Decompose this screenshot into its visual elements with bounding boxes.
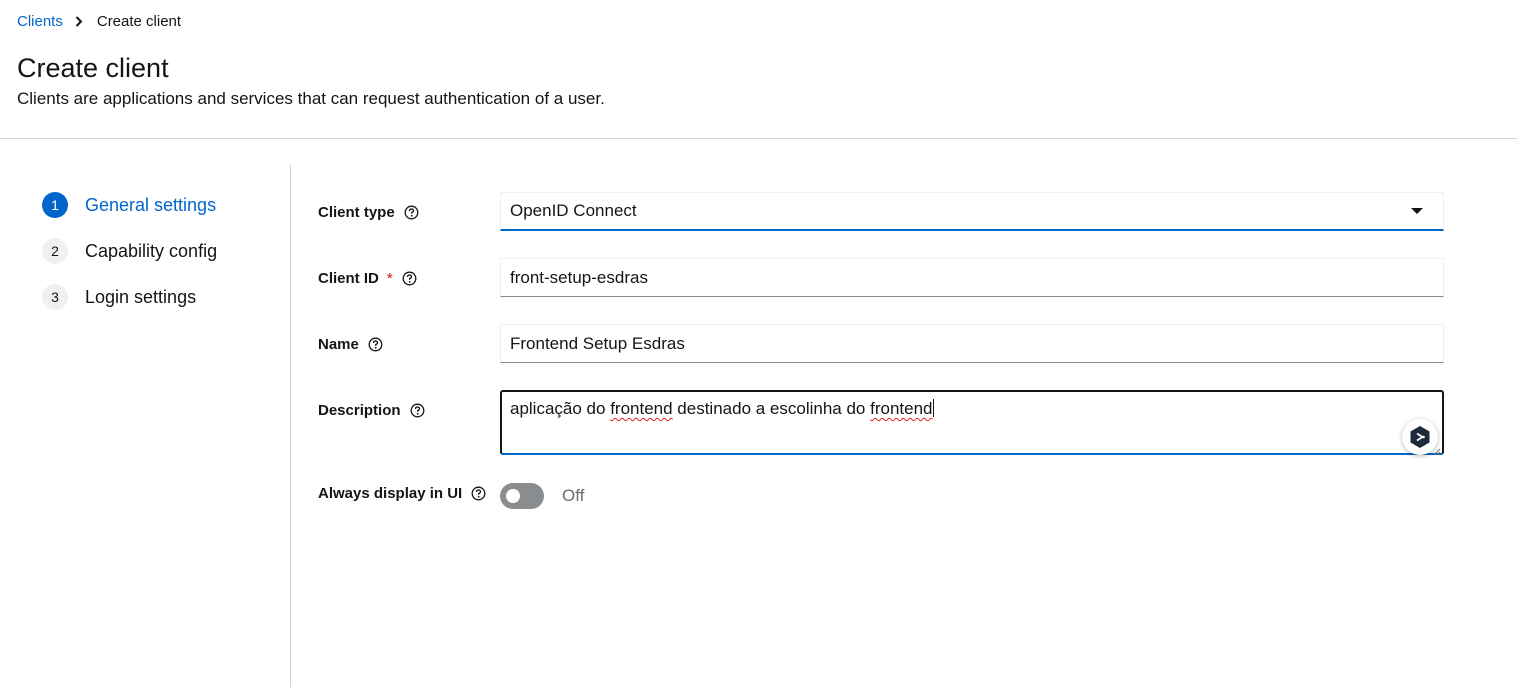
vertical-divider	[290, 165, 291, 687]
description-text-part: destinado a escolinha do	[672, 399, 871, 418]
step-label: Capability config	[85, 240, 218, 261]
wizard-step-login-settings[interactable]: 3 Login settings	[42, 283, 217, 311]
grammar-extension-icon[interactable]	[1402, 419, 1438, 455]
help-circle-icon[interactable]	[402, 271, 417, 286]
name-value: Frontend Setup Esdras	[510, 333, 685, 353]
breadcrumb-current: Create client	[96, 12, 182, 30]
wizard-step-capability-config[interactable]: 2 Capability config	[42, 237, 217, 265]
client-type-label-text: Client type	[318, 203, 395, 221]
client-id-value: front-setup-esdras	[510, 267, 648, 287]
wizard-steps-nav: 1 General settings 2 Capability config 3…	[42, 191, 217, 329]
description-text-part: aplicação do	[510, 399, 611, 418]
description-label-text: Description	[318, 401, 401, 419]
client-type-select[interactable]: OpenID Connect	[500, 192, 1444, 231]
name-label: Name	[318, 334, 383, 354]
wizard-step-general-settings[interactable]: 1 General settings	[42, 191, 217, 219]
caret-down-icon	[1411, 208, 1423, 214]
page-subtitle: Clients are applications and services th…	[17, 89, 605, 108]
always-display-label: Always display in UI	[318, 483, 486, 503]
toggle-knob	[506, 489, 520, 503]
client-id-label-text: Client ID	[318, 269, 379, 287]
step-number: 3	[42, 284, 68, 310]
client-type-label: Client type	[318, 202, 419, 222]
description-textarea[interactable]: aplicação do frontend destinado a escoli…	[500, 390, 1444, 455]
always-display-label-text: Always display in UI	[318, 484, 463, 502]
step-number: 2	[42, 238, 68, 264]
step-label: General settings	[85, 194, 217, 215]
text-cursor	[932, 399, 934, 417]
description-text-misspelled: frontend	[870, 399, 933, 418]
always-display-toggle[interactable]	[500, 483, 544, 509]
client-id-input[interactable]: front-setup-esdras	[500, 258, 1444, 297]
description-text-misspelled: frontend	[610, 399, 673, 418]
step-label: Login settings	[85, 286, 197, 307]
breadcrumb-clients-link[interactable]: Clients	[17, 13, 63, 30]
name-input[interactable]: Frontend Setup Esdras	[500, 324, 1444, 363]
help-circle-icon[interactable]	[368, 337, 383, 352]
client-id-label: Client ID *	[318, 268, 417, 288]
help-circle-icon[interactable]	[404, 205, 419, 220]
page-title: Create client	[17, 53, 169, 83]
chevron-right-icon	[75, 15, 83, 27]
step-number: 1	[42, 192, 68, 218]
help-circle-icon[interactable]	[471, 486, 486, 501]
breadcrumb: Clients Create client	[17, 11, 181, 31]
always-display-state: Off	[562, 486, 585, 505]
client-type-value: OpenID Connect	[510, 201, 637, 220]
header-divider	[0, 138, 1517, 139]
name-label-text: Name	[318, 335, 359, 353]
help-circle-icon[interactable]	[410, 403, 425, 418]
required-mark: *	[386, 269, 393, 287]
description-label: Description	[318, 400, 425, 420]
